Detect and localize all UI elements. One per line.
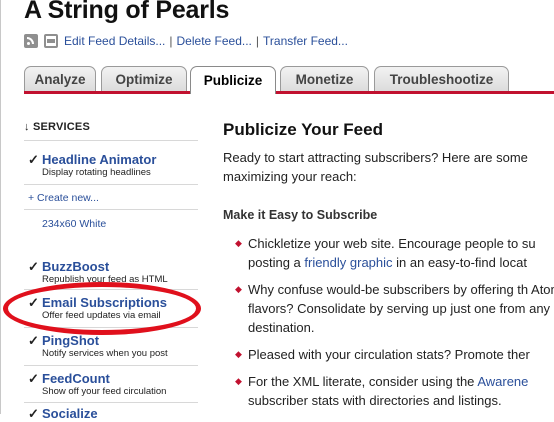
sidebar-divider bbox=[24, 184, 198, 185]
service-name[interactable]: Headline Animator bbox=[42, 152, 156, 167]
feed-title: A String of Pearls bbox=[24, 0, 230, 24]
toolbar-separator: | bbox=[169, 34, 173, 48]
create-new-link[interactable]: + Create new... bbox=[28, 192, 99, 204]
bullet-icon: ◆ bbox=[235, 284, 242, 294]
service-name[interactable]: BuzzBoost bbox=[42, 259, 109, 274]
bullet-icon: ◆ bbox=[235, 238, 242, 248]
check-icon: ✓ bbox=[28, 406, 39, 421]
service-name[interactable]: FeedCount bbox=[42, 371, 110, 386]
toolbar-separator: | bbox=[255, 34, 260, 48]
sidebar-divider bbox=[24, 209, 198, 210]
tab-monetize[interactable]: Monetize bbox=[280, 66, 369, 91]
annotation-circle bbox=[3, 282, 201, 335]
section-title: Make it Easy to Subscribe bbox=[223, 208, 378, 222]
check-icon: ✓ bbox=[28, 333, 39, 348]
feed-page-icon[interactable] bbox=[44, 34, 58, 48]
check-icon: ✓ bbox=[28, 371, 39, 386]
tab-analyze[interactable]: Analyze bbox=[24, 66, 96, 91]
tab-troubleshootize[interactable]: Troubleshootize bbox=[374, 66, 509, 91]
service-name[interactable]: PingShot bbox=[42, 333, 99, 348]
rss-icon[interactable] bbox=[24, 34, 38, 48]
sidebar-divider bbox=[24, 402, 198, 403]
tab-underline bbox=[24, 91, 554, 94]
tab-publicize[interactable]: Publicize bbox=[190, 66, 276, 94]
services-heading[interactable]: ↓ SERVICES bbox=[24, 121, 90, 133]
bullet-text: Pleased with your circulation stats? Pro… bbox=[248, 347, 530, 362]
delete-feed-link[interactable]: Delete Feed... bbox=[177, 34, 252, 48]
intro-text: Ready to start attracting subscribers? H… bbox=[223, 150, 528, 184]
check-icon: ✓ bbox=[28, 259, 39, 274]
transfer-feed-link[interactable]: Transfer Feed... bbox=[263, 34, 348, 48]
service-description: Notify services when you post bbox=[42, 348, 168, 359]
tab-optimize[interactable]: Optimize bbox=[101, 66, 187, 91]
sidebar-divider bbox=[24, 365, 198, 366]
friendly-graphic-link[interactable]: friendly graphic bbox=[304, 255, 392, 270]
sidebar-divider bbox=[24, 140, 198, 141]
edit-feed-details-link[interactable]: Edit Feed Details... bbox=[64, 34, 165, 48]
awareness-api-link[interactable]: Awarene bbox=[477, 374, 528, 389]
check-icon: ✓ bbox=[28, 152, 39, 167]
service-description: Show off your feed circulation bbox=[42, 386, 167, 397]
bullet-text: For the XML literate, consider using the… bbox=[248, 374, 529, 408]
service-description: Display rotating headlines bbox=[42, 167, 151, 178]
size-white-link[interactable]: 234x60 White bbox=[42, 218, 106, 230]
feed-toolbar: Edit Feed Details... | Delete Feed... | … bbox=[24, 32, 348, 50]
window-left-border bbox=[0, 0, 1, 414]
bullet-text: Why confuse would-be subscribers by offe… bbox=[248, 282, 554, 335]
bullet-icon: ◆ bbox=[235, 349, 242, 359]
bullet-text: Chickletize your web site. Encourage peo… bbox=[248, 236, 536, 270]
page-title: Publicize Your Feed bbox=[223, 120, 383, 139]
bullet-icon: ◆ bbox=[235, 376, 242, 386]
